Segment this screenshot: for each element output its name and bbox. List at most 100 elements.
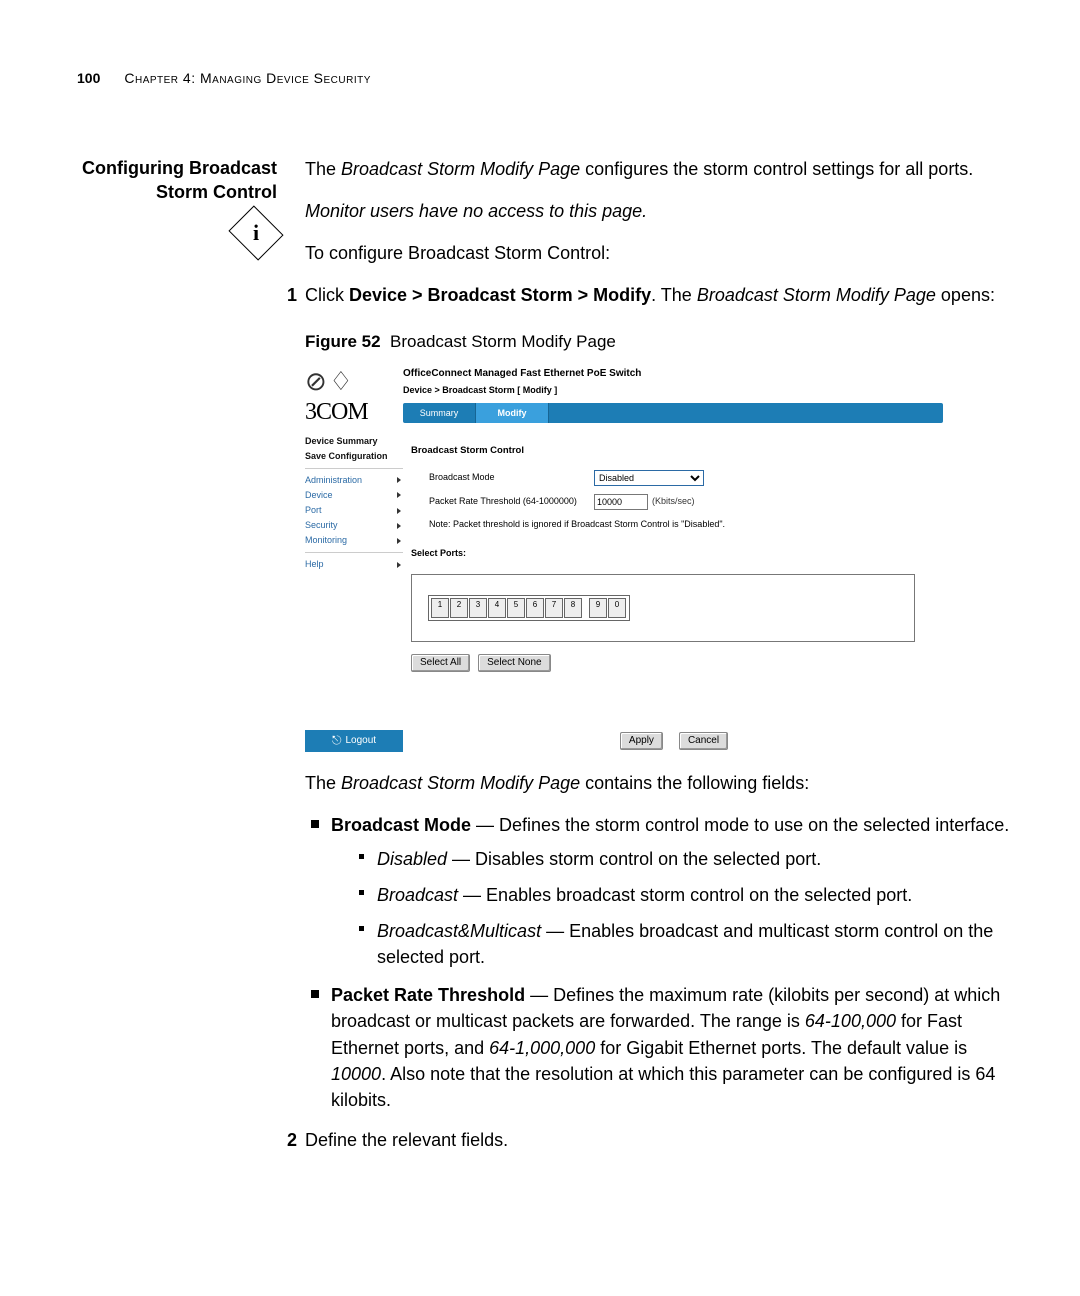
nav-label: Administration — [305, 474, 362, 487]
row-rate-threshold: Packet Rate Threshold (64-1000000) (Kbit… — [411, 494, 935, 510]
text-emphasis: 10000 — [331, 1064, 381, 1084]
text-emphasis: Monitor users have no access to this pag… — [305, 201, 647, 221]
nav-label: Device Summary — [305, 435, 378, 448]
nav-label: Security — [305, 519, 338, 532]
chevron-right-icon — [397, 538, 401, 544]
port-3[interactable]: 3 — [469, 598, 487, 618]
rate-threshold-label: Packet Rate Threshold (64-1000000) — [429, 495, 594, 508]
intro-paragraph: The Broadcast Storm Modify Page configur… — [305, 156, 1010, 182]
port-9[interactable]: 9 — [589, 598, 607, 618]
nav-administration[interactable]: Administration — [305, 473, 403, 488]
nav-device-summary[interactable]: Device Summary — [305, 434, 403, 449]
field-packet-rate-threshold: Packet Rate Threshold — Defines the maxi… — [305, 982, 1010, 1112]
text-emphasis: Broadcast Storm Modify Page — [341, 159, 580, 179]
rate-threshold-input[interactable] — [594, 494, 648, 510]
select-none-button[interactable]: Select None — [478, 654, 550, 672]
text-emphasis: Broadcast Storm Modify Page — [697, 285, 936, 305]
nav-label: Monitoring — [305, 534, 347, 547]
running-head: 100 Chapter 4: Managing Device Security — [77, 70, 1010, 86]
step-number: 1 — [277, 282, 297, 308]
text: contains the following fields: — [580, 773, 809, 793]
logo-icon: ⊘ ♢ — [305, 369, 403, 395]
ports-box: 1 2 3 4 5 6 7 8 9 0 — [411, 574, 915, 642]
port-2[interactable]: 2 — [450, 598, 468, 618]
option-broadcast: Broadcast — Enables broadcast storm cont… — [353, 882, 1010, 908]
chevron-right-icon — [397, 523, 401, 529]
text: . Also note that the resolution at which… — [331, 1064, 995, 1110]
howto-lead: To configure Broadcast Storm Control: — [305, 240, 1010, 266]
side-heading: Configuring Broadcast Storm Control — [77, 156, 277, 205]
text-emphasis: Broadcast&Multicast — [377, 921, 541, 941]
option-disabled: Disabled — Disables storm control on the… — [353, 846, 1010, 872]
section-title: Broadcast Storm Control — [411, 444, 935, 458]
logout-icon: ⎋ — [332, 732, 342, 749]
select-ports-title: Select Ports: — [411, 547, 935, 560]
chapter-title: Chapter 4: Managing Device Security — [124, 70, 371, 86]
chevron-right-icon — [397, 477, 401, 483]
port-8[interactable]: 8 — [564, 598, 582, 618]
nav-device[interactable]: Device — [305, 488, 403, 503]
chevron-right-icon — [397, 562, 401, 568]
text: — Enables broadcast storm control on the… — [458, 885, 912, 905]
tab-modify[interactable]: Modify — [476, 403, 549, 423]
main-column: The Broadcast Storm Modify Page configur… — [305, 156, 1010, 1169]
logout-button[interactable]: ⎋ Logout — [305, 730, 403, 752]
text-bold: Broadcast Mode — [331, 815, 471, 835]
text-bold: Device > Broadcast Storm > Modify — [349, 285, 651, 305]
nav-security[interactable]: Security — [305, 518, 403, 533]
step-2: 2 Define the relevant fields. — [277, 1127, 1010, 1153]
step-1: 1 Click Device > Broadcast Storm > Modif… — [277, 282, 1010, 308]
chevron-right-icon — [397, 492, 401, 498]
step-number: 2 — [277, 1127, 297, 1153]
nav-label: Device — [305, 489, 333, 502]
shot-nav: Device Summary Save Configuration Admini… — [305, 430, 403, 730]
footer-buttons: Apply Cancel — [403, 730, 945, 752]
step-list: 1 Click Device > Broadcast Storm > Modif… — [277, 282, 1010, 308]
cancel-button[interactable]: Cancel — [679, 732, 728, 750]
figure-caption: Figure 52 Broadcast Storm Modify Page — [305, 330, 1010, 355]
field-list: Broadcast Mode — Defines the storm contr… — [305, 812, 1010, 1113]
port-4[interactable]: 4 — [488, 598, 506, 618]
figure-title: Broadcast Storm Modify Page — [390, 332, 616, 351]
text: opens: — [936, 285, 995, 305]
port-10[interactable]: 0 — [608, 598, 626, 618]
broadcast-mode-label: Broadcast Mode — [429, 471, 594, 484]
row-broadcast-mode: Broadcast Mode Disabled — [411, 470, 935, 486]
text-emphasis: Broadcast Storm Modify Page — [341, 773, 580, 793]
apply-button[interactable]: Apply — [620, 732, 663, 750]
rate-unit: (Kbits/sec) — [652, 495, 695, 508]
port-6[interactable]: 6 — [526, 598, 544, 618]
broadcast-mode-select[interactable]: Disabled — [594, 470, 704, 486]
nav-port[interactable]: Port — [305, 503, 403, 518]
port-7[interactable]: 7 — [545, 598, 563, 618]
nav-save-config[interactable]: Save Configuration — [305, 449, 403, 464]
shot-content: Broadcast Storm Control Broadcast Mode D… — [403, 430, 945, 730]
side-column: Configuring Broadcast Storm Control i — [77, 156, 277, 1169]
nav-label: Port — [305, 504, 322, 517]
tab-bar: Summary Modify — [403, 403, 943, 423]
select-all-button[interactable]: Select All — [411, 654, 470, 672]
page-number: 100 — [77, 70, 100, 86]
text: — Disables storm control on the selected… — [447, 849, 821, 869]
text-emphasis: Broadcast — [377, 885, 458, 905]
nav-label: Save Configuration — [305, 450, 388, 463]
text-emphasis: 64-100,000 — [805, 1011, 896, 1031]
nav-monitoring[interactable]: Monitoring — [305, 533, 403, 548]
chevron-right-icon — [397, 508, 401, 514]
ports-row: 1 2 3 4 5 6 7 8 9 0 — [428, 595, 630, 621]
port-5[interactable]: 5 — [507, 598, 525, 618]
port-1[interactable]: 1 — [431, 598, 449, 618]
logout-label: Logout — [345, 734, 376, 749]
select-buttons: Select All Select None — [411, 654, 935, 672]
text-bold: Packet Rate Threshold — [331, 985, 525, 1005]
nav-help[interactable]: Help — [305, 557, 403, 572]
monitor-note: Monitor users have no access to this pag… — [305, 198, 1010, 224]
breadcrumb: Device > Broadcast Storm [ Modify ] — [403, 384, 945, 397]
product-title: OfficeConnect Managed Fast Ethernet PoE … — [403, 367, 945, 382]
text: . The — [651, 285, 697, 305]
text-emphasis: 64-1,000,000 — [489, 1038, 595, 1058]
threshold-note: Note: Packet threshold is ignored if Bro… — [411, 518, 935, 531]
figure-label: Figure 52 — [305, 332, 381, 351]
text: The — [305, 773, 341, 793]
tab-summary[interactable]: Summary — [403, 403, 476, 423]
